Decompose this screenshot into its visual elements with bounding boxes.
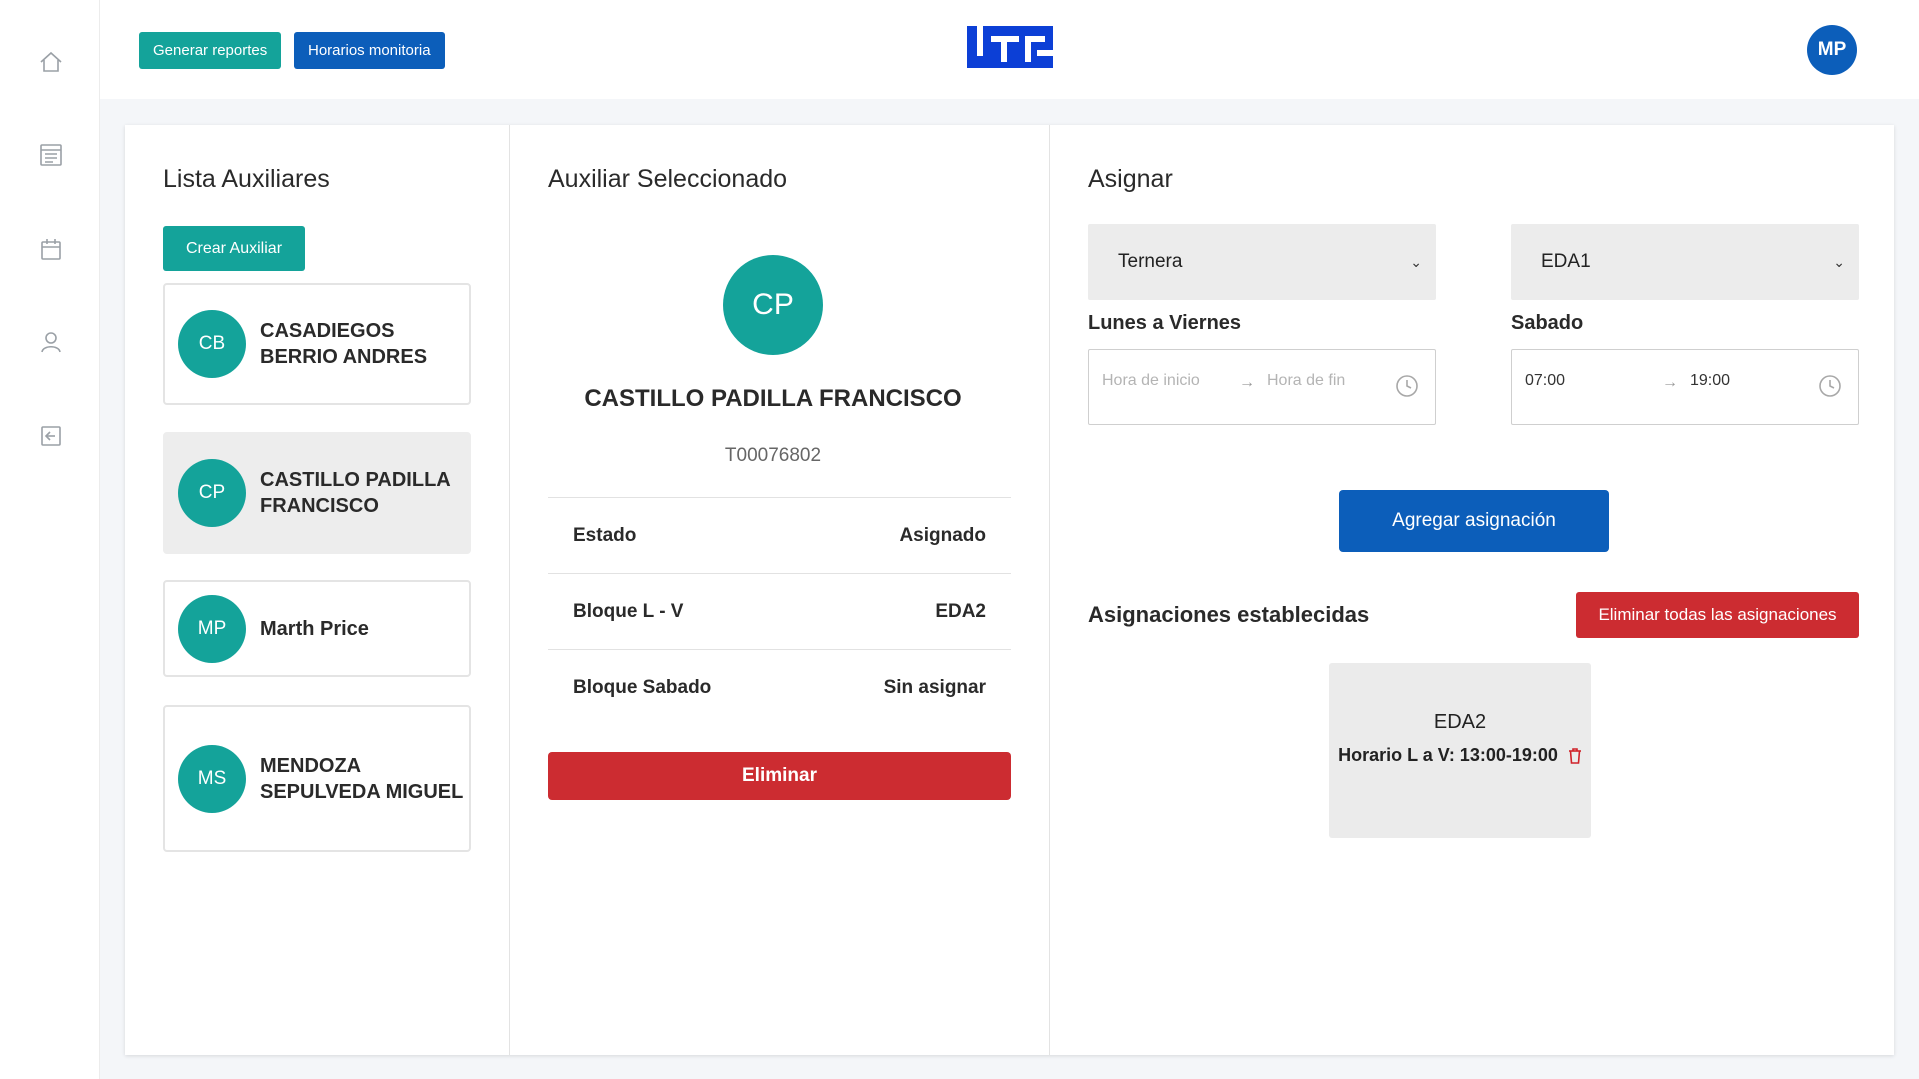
delete-auxiliary-button[interactable]: Eliminar bbox=[548, 752, 1011, 800]
weekday-label: Lunes a Viernes bbox=[1088, 312, 1242, 334]
arrow-right-icon: → bbox=[1239, 374, 1255, 391]
assignment-card: EDA2 Horario L a V: 13:00-19:00 bbox=[1329, 663, 1591, 838]
assignment-name: EDA2 bbox=[1433, 711, 1487, 733]
list-title: Lista Auxiliares bbox=[163, 165, 330, 193]
avatar: MS bbox=[178, 744, 246, 813]
auxiliary-list-item[interactable]: MS MENDOZA SEPULVEDA MIGUEL bbox=[163, 705, 471, 852]
avatar: MP bbox=[178, 594, 246, 663]
arrow-right-icon: → bbox=[1662, 374, 1678, 391]
assignment-schedule-row: Horario L a V: 13:00-19:00 bbox=[1329, 745, 1591, 766]
info-row-saturday-block: Bloque Sabado Sin asignar bbox=[548, 649, 1011, 725]
start-time-input[interactable]: Hora de inicio bbox=[1102, 372, 1200, 390]
delete-all-assignments-button[interactable]: Eliminar todas las asignaciones bbox=[1576, 592, 1859, 638]
logout-icon[interactable] bbox=[38, 423, 64, 449]
select-value: EDA1 bbox=[1541, 251, 1591, 272]
column-divider bbox=[1049, 125, 1050, 1055]
sidebar bbox=[0, 0, 100, 1079]
established-assignments-title: Asignaciones establecidas bbox=[1088, 602, 1370, 627]
logo bbox=[967, 26, 1053, 68]
main-card: Lista Auxiliares Crear Auxiliar CB CASAD… bbox=[125, 125, 1894, 1055]
info-value: Asignado bbox=[899, 524, 986, 546]
add-assignment-button[interactable]: Agregar asignación bbox=[1339, 490, 1609, 552]
generate-reports-button[interactable]: Generar reportes bbox=[139, 32, 282, 69]
auxiliary-name: CASADIEGOS BERRIO ANDRES bbox=[260, 320, 428, 368]
calendar-icon[interactable] bbox=[38, 236, 64, 262]
user-icon[interactable] bbox=[38, 329, 64, 355]
monitoring-schedule-button[interactable]: Horarios monitoria bbox=[294, 32, 445, 69]
info-value: EDA2 bbox=[935, 600, 986, 622]
selected-code: T00076802 bbox=[724, 445, 822, 466]
auxiliary-name: Marth Price bbox=[260, 617, 369, 640]
saturday-time-range[interactable]: 07:00 → 19:00 bbox=[1511, 349, 1859, 425]
clock-icon bbox=[1819, 375, 1841, 397]
saturday-location-select[interactable]: EDA1 ⌄ bbox=[1511, 224, 1859, 300]
assign-title: Asignar bbox=[1088, 165, 1173, 193]
auxiliary-list-item[interactable]: CB CASADIEGOS BERRIO ANDRES bbox=[163, 283, 471, 405]
info-row-status: Estado Asignado bbox=[548, 497, 1011, 573]
select-value: Ternera bbox=[1118, 251, 1183, 272]
info-label: Bloque L - V bbox=[573, 600, 684, 622]
chevron-down-icon: ⌄ bbox=[1833, 253, 1845, 270]
end-time-input[interactable]: Hora de fin bbox=[1267, 372, 1345, 390]
create-auxiliary-button[interactable]: Crear Auxiliar bbox=[163, 226, 305, 271]
info-label: Estado bbox=[573, 524, 637, 546]
info-value: Sin asignar bbox=[883, 676, 986, 698]
auxiliary-list-item-selected[interactable]: CP CASTILLO PADILLA FRANCISCO bbox=[163, 432, 471, 554]
topbar: Generar reportes Horarios monitoria MP bbox=[100, 0, 1919, 99]
auxiliary-name: MENDOZA SEPULVEDA MIGUEL bbox=[260, 754, 464, 803]
selected-title: Auxiliar Seleccionado bbox=[548, 165, 788, 193]
selected-name: CASTILLO PADILLA FRANCISCO bbox=[584, 385, 962, 412]
avatar: CB bbox=[178, 310, 246, 378]
auxiliary-list-item[interactable]: MP Marth Price bbox=[163, 580, 471, 677]
info-label: Bloque Sabado bbox=[573, 676, 712, 698]
user-avatar[interactable]: MP bbox=[1807, 25, 1857, 75]
saturday-label: Sabado bbox=[1511, 312, 1584, 334]
assignment-schedule: Horario L a V: 13:00-19:00 bbox=[1338, 745, 1558, 765]
chevron-down-icon: ⌄ bbox=[1410, 253, 1422, 270]
weekday-time-range[interactable]: Hora de inicio → Hora de fin bbox=[1088, 349, 1436, 425]
list-icon[interactable] bbox=[38, 142, 64, 168]
home-icon[interactable] bbox=[38, 49, 64, 75]
start-time-input[interactable]: 07:00 bbox=[1525, 372, 1565, 390]
end-time-input[interactable]: 19:00 bbox=[1690, 372, 1730, 390]
column-divider bbox=[509, 125, 510, 1055]
avatar: CP bbox=[178, 459, 246, 527]
auxiliary-name: CASTILLO PADILLA FRANCISCO bbox=[260, 469, 450, 517]
selected-avatar: CP bbox=[723, 255, 823, 355]
clock-icon bbox=[1396, 375, 1418, 397]
trash-icon[interactable] bbox=[1568, 747, 1582, 764]
info-row-weekday-block: Bloque L - V EDA2 bbox=[548, 573, 1011, 649]
weekday-location-select[interactable]: Ternera ⌄ bbox=[1088, 224, 1436, 300]
